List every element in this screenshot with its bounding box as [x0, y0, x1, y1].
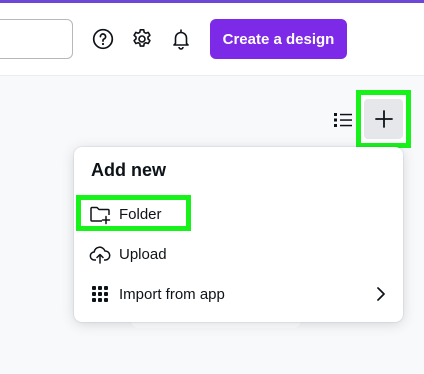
gear-icon[interactable]	[130, 27, 154, 51]
menu-item-upload[interactable]: Upload	[86, 236, 391, 272]
menu-item-label: Upload	[119, 246, 167, 263]
menu-item-label: Import from app	[119, 286, 225, 303]
top-header: Create a design	[0, 3, 424, 76]
add-new-menu: Add new Folder Upload Import from app	[74, 147, 403, 322]
create-design-button[interactable]: Create a design	[210, 19, 347, 59]
menu-item-folder[interactable]: Folder	[76, 195, 391, 232]
add-button-surface[interactable]	[364, 99, 403, 139]
plus-icon	[375, 110, 393, 128]
add-new-button[interactable]	[356, 90, 411, 148]
folder-plus-icon	[89, 203, 111, 225]
bell-icon[interactable]	[169, 27, 193, 51]
search-input[interactable]	[0, 19, 73, 59]
menu-title: Add new	[91, 160, 166, 180]
apps-grid-icon	[89, 283, 111, 305]
menu-item-import-from-app[interactable]: Import from app	[86, 276, 391, 312]
chevron-right-icon	[373, 285, 389, 303]
list-view-icon[interactable]	[333, 110, 353, 130]
help-icon[interactable]	[91, 27, 115, 51]
menu-item-label: Folder	[119, 206, 162, 223]
cloud-upload-icon	[89, 243, 111, 265]
